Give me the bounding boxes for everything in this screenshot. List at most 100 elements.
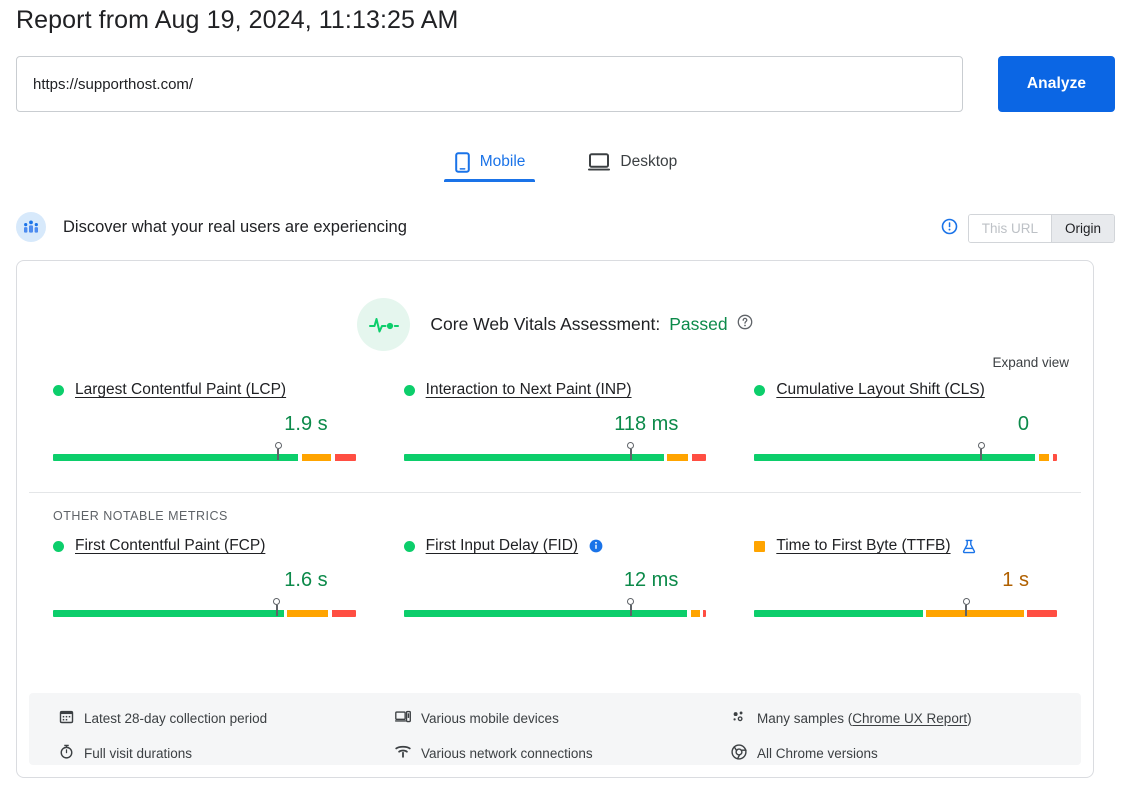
- bar-segment-1: [690, 610, 700, 617]
- footer-text: Various network connections: [421, 745, 593, 761]
- metric-header: Largest Contentful Paint (LCP): [53, 381, 356, 399]
- metric-distribution-bar: [403, 442, 707, 464]
- metric-value: 12 ms: [623, 569, 679, 591]
- bar-segment-2: [1027, 610, 1057, 617]
- footer-item: All Chrome versions: [731, 742, 1051, 766]
- info-badge-icon[interactable]: [589, 539, 603, 553]
- tab-desktop[interactable]: Desktop: [577, 136, 687, 182]
- bar-segment-1: [301, 454, 332, 461]
- metric-name-link[interactable]: Time to First Byte (TTFB): [776, 537, 950, 555]
- chrome-ux-report-link[interactable]: Chrome UX Report: [852, 711, 967, 726]
- users-group-icon: [16, 212, 46, 242]
- metric-marker: [626, 598, 636, 616]
- discover-left-group: Discover what your real users are experi…: [16, 212, 407, 242]
- metric-name-link[interactable]: Cumulative Layout Shift (CLS): [776, 381, 984, 399]
- chrome-icon: [731, 744, 747, 763]
- bar-segment-2: [691, 454, 707, 461]
- metric-name-link[interactable]: First Contentful Paint (FCP): [75, 537, 265, 555]
- metric-distribution-bar: [403, 598, 707, 620]
- bar-segment-0: [754, 454, 1036, 461]
- footer-text: Full visit durations: [84, 745, 193, 761]
- metric-distribution-bar: [754, 598, 1057, 620]
- metric-name-link[interactable]: First Input Delay (FID): [426, 537, 578, 555]
- metric-marker: [273, 442, 283, 460]
- metric-header: First Input Delay (FID): [403, 537, 707, 555]
- footer-item: Latest 28-day collection period: [59, 707, 395, 730]
- metric-name-link[interactable]: Largest Contentful Paint (LCP): [75, 381, 286, 399]
- bar-segment-0: [403, 610, 688, 617]
- metric-status-dot: [53, 540, 64, 552]
- core-metrics-grid: Largest Contentful Paint (LCP) 1.9 s Int…: [17, 381, 1093, 464]
- metric-header: Interaction to Next Paint (INP): [403, 381, 707, 399]
- bar-segment-1: [926, 610, 1024, 617]
- pulse-icon: [357, 298, 411, 351]
- metric-distribution-bar: [53, 442, 356, 464]
- metric-value: 1 s: [1002, 569, 1029, 591]
- url-input[interactable]: [16, 56, 963, 112]
- footer-text-after: ): [967, 710, 972, 726]
- tab-desktop-label: Desktop: [620, 153, 678, 170]
- footer-item: Various network connections: [395, 742, 731, 766]
- footer-text: Many samples (: [757, 710, 853, 726]
- bar-segment-0: [53, 454, 299, 461]
- scope-origin-button[interactable]: Origin: [1050, 215, 1114, 242]
- bar-segment-1: [1038, 454, 1050, 461]
- analyze-button[interactable]: Analyze: [998, 56, 1115, 112]
- core-web-vitals-header: Core Web Vitals Assessment: Passed: [17, 298, 1093, 351]
- distribution-track: [403, 610, 707, 617]
- bar-segment-2: [1052, 454, 1057, 461]
- tab-mobile[interactable]: Mobile: [443, 136, 536, 182]
- bar-segment-0: [53, 610, 284, 617]
- metric-name-link[interactable]: Interaction to Next Paint (INP): [426, 381, 632, 399]
- metric-status-dot: [403, 384, 415, 396]
- calendar-icon: [59, 709, 74, 727]
- metric-marker: [961, 598, 971, 616]
- bar-segment-1: [667, 454, 689, 461]
- distribution-track: [53, 454, 356, 461]
- active-tab-underline: [443, 179, 536, 182]
- help-circle-icon[interactable]: [737, 314, 753, 335]
- bar-segment-2: [332, 610, 356, 617]
- device-tabs: Mobile Desktop: [0, 136, 1131, 186]
- discover-label: Discover what your real users are experi…: [63, 217, 407, 236]
- metric-distribution-bar: [754, 442, 1057, 464]
- bar-segment-0: [754, 610, 923, 617]
- section-divider: [29, 492, 1081, 493]
- field-data-header: Discover what your real users are experi…: [16, 212, 1115, 248]
- bar-segment-2: [703, 610, 707, 617]
- metric-distribution-bar: [53, 598, 356, 620]
- scope-this-url-button[interactable]: This URL: [968, 215, 1051, 242]
- scope-segmented-control: This URL Origin: [967, 214, 1115, 243]
- distribution-track: [403, 454, 707, 461]
- metric-value: 118 ms: [614, 413, 679, 435]
- distribution-track: [754, 454, 1057, 461]
- url-row: Analyze: [16, 56, 1115, 112]
- desktop-icon: [587, 152, 611, 172]
- footer-text: Various mobile devices: [421, 710, 559, 726]
- metric-fcp: First Contentful Paint (FCP) 1.6 s: [29, 537, 380, 620]
- metric-cls: Cumulative Layout Shift (CLS) 0: [730, 381, 1081, 464]
- footer-item: Full visit durations: [59, 742, 395, 766]
- devices-icon: [395, 709, 411, 727]
- metric-value: 1.6 s: [284, 569, 328, 591]
- info-circle-icon[interactable]: [941, 218, 958, 240]
- metric-status-square: [754, 540, 766, 552]
- network-icon: [395, 744, 411, 762]
- assessment-status: Passed: [669, 314, 728, 334]
- expand-view-button[interactable]: Expand view: [992, 355, 1069, 370]
- distribution-track: [754, 610, 1057, 617]
- metric-value: 0: [1017, 413, 1029, 435]
- metric-value: 1.9 s: [284, 413, 328, 435]
- metric-marker: [272, 598, 282, 616]
- footer-item: Many samples (Chrome UX Report): [731, 707, 1051, 730]
- page-title: Report from Aug 19, 2024, 11:13:25 AM: [16, 6, 459, 34]
- metric-lcp: Largest Contentful Paint (LCP) 1.9 s: [29, 381, 380, 464]
- bar-segment-1: [287, 610, 329, 617]
- metric-fid: First Input Delay (FID) 12 ms: [380, 537, 731, 620]
- other-metrics-grid: First Contentful Paint (FCP) 1.6 s First…: [17, 537, 1093, 620]
- metric-marker: [976, 442, 986, 460]
- metric-header: First Contentful Paint (FCP): [53, 537, 356, 555]
- flask-icon[interactable]: [962, 539, 976, 554]
- pagespeed-report-page: Report from Aug 19, 2024, 11:13:25 AM An…: [0, 0, 1131, 794]
- assessment-title: Core Web Vitals Assessment: Passed: [430, 314, 752, 335]
